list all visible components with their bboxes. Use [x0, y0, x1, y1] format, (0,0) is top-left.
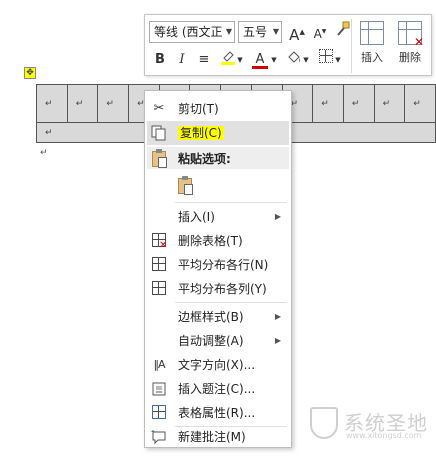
table-cell[interactable]: ↵ [312, 84, 344, 123]
mini-toolbar: 等线 (西文正 ▼ 五号 ▼ A▲ A▼ B I ≡ ▼ A ▼ ▼ ▼ 插入 … [144, 14, 432, 76]
delete-label: 删除 [399, 51, 421, 64]
highlight-dropdown[interactable]: ▼ [235, 49, 245, 71]
menu-divider [175, 302, 287, 303]
menu-item-insert[interactable]: 插入(I) ▶ [147, 205, 289, 229]
table-move-handle[interactable]: ✥ [24, 67, 36, 79]
menu-item-text-direction[interactable]: ‖A 文字方向(X)... [147, 353, 289, 377]
highlighter-icon [221, 51, 235, 65]
chevron-down-icon: ▼ [225, 27, 232, 36]
menu-item-distribute-rows[interactable]: 平均分布各行(N) [147, 253, 289, 277]
italic-button[interactable]: I [171, 49, 193, 71]
font-color-letter: A [255, 52, 265, 67]
site-watermark: 系统圣地 www.xitongsd.com [310, 405, 430, 445]
caption-icon [151, 381, 167, 397]
insert-label: 插入 [361, 51, 383, 64]
borders-dropdown[interactable]: ▼ [333, 49, 343, 71]
format-painter-icon [337, 21, 350, 36]
menu-item-autofit[interactable]: 自动调整(A) ▶ [147, 329, 289, 353]
bold-button[interactable]: B [149, 49, 171, 71]
text-direction-icon: ‖A [153, 358, 165, 371]
table-cell[interactable]: ↵ [373, 84, 406, 123]
menu-divider [175, 202, 287, 203]
shrink-font-button[interactable]: A▼ [309, 21, 331, 43]
red-x-icon: ✕ [413, 35, 424, 49]
font-size-value: 五号 [243, 25, 268, 39]
menu-item-insert-caption[interactable]: 插入题注(C)... [147, 377, 289, 401]
toolbar-divider [351, 19, 352, 73]
chevron-down-icon: ▼ [272, 27, 279, 36]
insert-table-button[interactable]: 插入 [355, 17, 389, 73]
table-cell[interactable]: ↵ [66, 84, 99, 123]
grow-font-button[interactable]: A▲ [286, 21, 308, 44]
font-name-value: 等线 (西文正 [154, 25, 223, 39]
scissors-icon: ✂ [153, 101, 165, 116]
font-name-combo[interactable]: 等线 (西文正 ▼ [149, 21, 235, 43]
delete-table-icon: ✕ [151, 233, 167, 251]
font-color-bar [252, 66, 268, 69]
delete-table-button[interactable]: ✕ 删除 [393, 17, 427, 73]
submenu-arrow-icon: ▶ [274, 312, 281, 321]
copy-icon [151, 125, 167, 141]
menu-item-copy[interactable]: 复制(C) [147, 121, 289, 145]
submenu-arrow-icon: ▶ [274, 336, 281, 345]
font-size-combo[interactable]: 五号 ▼ [238, 21, 282, 43]
insert-table-icon [360, 21, 384, 45]
comment-icon [151, 429, 167, 445]
copy-label: 复制(C) [178, 126, 224, 140]
table-cell[interactable]: ↵ [97, 84, 130, 123]
table-properties-icon [151, 405, 167, 421]
paste-options-header: 粘贴选项: [147, 147, 289, 169]
font-color-dropdown[interactable]: ▼ [269, 49, 279, 71]
clipboard-icon [151, 149, 167, 168]
context-menu: ✂ 剪切(T) 复制(C) 粘贴选项: 插入(I) ▶ ✕ 删除表格(T) 平均… [144, 90, 292, 448]
menu-item-border-styles[interactable]: 边框样式(B) ▶ [147, 305, 289, 329]
submenu-arrow-icon: ▶ [274, 212, 281, 221]
borders-icon [319, 49, 333, 63]
clipboard-paste-icon [178, 176, 193, 195]
distribute-columns-icon [151, 281, 167, 297]
paragraph-mark: ↵ [40, 148, 48, 158]
paint-bucket-icon [288, 51, 300, 63]
distribute-rows-icon [151, 257, 167, 273]
center-align-button[interactable]: ≡ [193, 49, 215, 71]
shading-dropdown[interactable]: ▼ [301, 49, 311, 71]
menu-item-distribute-cols[interactable]: 平均分布各列(Y) [147, 277, 289, 301]
menu-item-table-properties[interactable]: 表格属性(R)... [147, 401, 289, 425]
paste-keep-formatting-button[interactable] [175, 173, 199, 199]
shield-logo-icon [310, 407, 338, 439]
table-cell[interactable]: ↵ [404, 84, 436, 123]
menu-item-cut[interactable]: ✂ 剪切(T) [147, 97, 289, 121]
delete-table-icon: ✕ [398, 21, 424, 49]
menu-item-new-comment[interactable]: 新建批注(M) [147, 427, 289, 447]
table-cell[interactable]: ↵ [36, 84, 68, 123]
table-cell[interactable]: ↵ [342, 84, 375, 123]
menu-item-delete-table[interactable]: ✕ 删除表格(T) [147, 229, 289, 253]
font-color-button[interactable]: A [249, 49, 271, 71]
